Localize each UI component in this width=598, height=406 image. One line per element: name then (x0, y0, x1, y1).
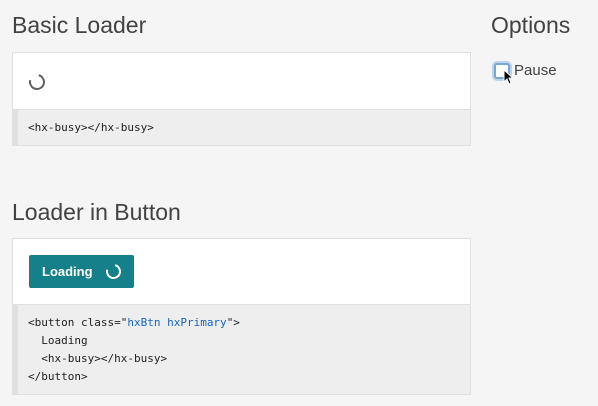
code-line-1-end: "> (226, 316, 240, 329)
basic-loader-heading: Basic Loader (12, 12, 147, 38)
code-line-1-start: <button class=" (28, 316, 128, 329)
loader-in-button-demo: Loading (12, 238, 471, 305)
loader-in-button-heading: Loader in Button (12, 199, 181, 225)
spinner-icon (26, 71, 48, 93)
loading-button-label: Loading (42, 264, 93, 279)
loading-button[interactable]: Loading (29, 255, 134, 288)
basic-loader-code: <hx-busy></hx-busy> (12, 110, 471, 146)
pause-option[interactable]: Pause (491, 62, 557, 85)
loader-in-button-code: <button class="hxBtn hxPrimary"> Loading… (12, 305, 471, 395)
code-line-4: </button> (28, 370, 88, 383)
pause-label: Pause (514, 62, 557, 79)
options-heading: Options (491, 12, 571, 38)
cursor-arrow-icon (503, 69, 513, 85)
code-line-3: <hx-busy></hx-busy> (28, 352, 168, 365)
code-line-1-class-value: hxBtn hxPrimary (127, 316, 227, 329)
code-line-2: Loading (28, 334, 88, 347)
basic-loader-demo (12, 52, 471, 110)
spinner-icon (103, 261, 124, 282)
